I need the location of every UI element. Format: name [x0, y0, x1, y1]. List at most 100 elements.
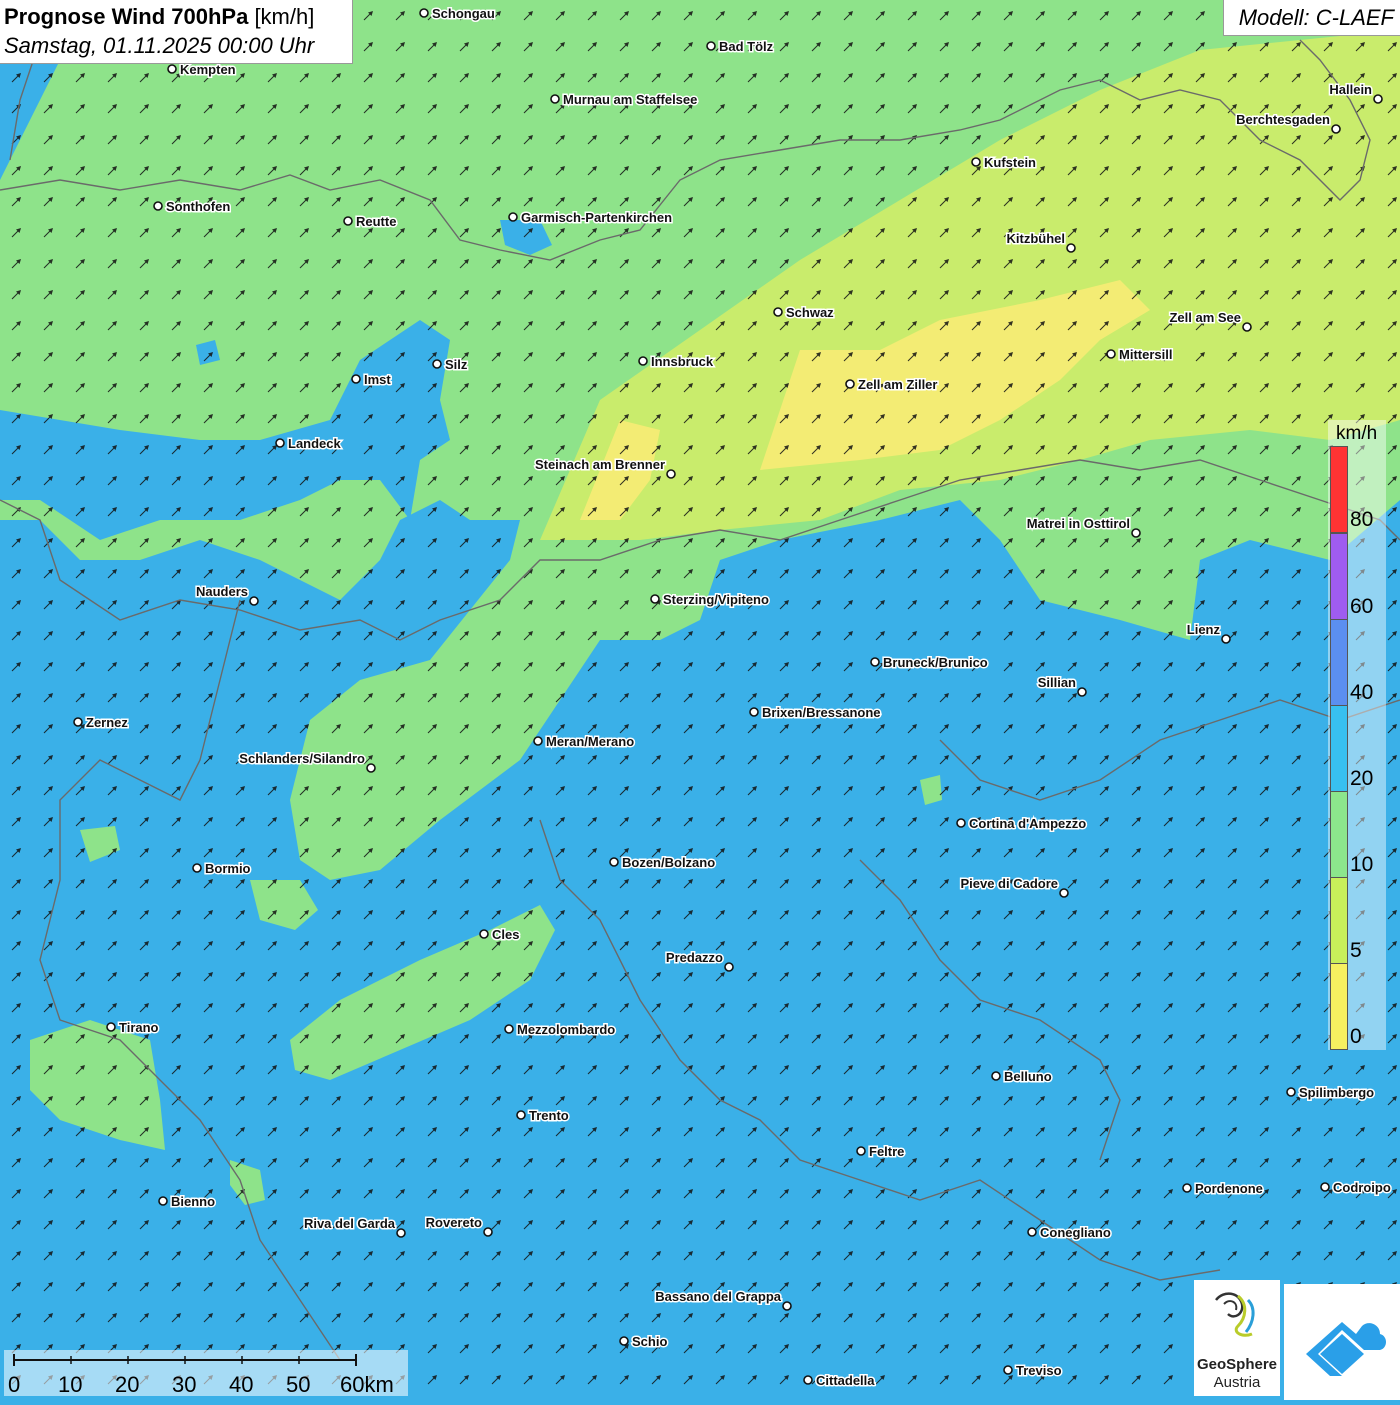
city-label: Belluno — [1004, 1069, 1052, 1084]
city-dot — [724, 962, 734, 972]
city-dot — [856, 1146, 866, 1156]
city-dot — [650, 594, 660, 604]
city-label: Zernez — [86, 715, 128, 730]
city-label: Bozen/Bolzano — [622, 855, 715, 870]
city-dot — [343, 216, 353, 226]
city-dot — [508, 212, 518, 222]
city-dot — [870, 657, 880, 667]
legend-label: 0 — [1350, 1025, 1362, 1048]
city-label: Codroipo — [1333, 1180, 1391, 1195]
city-label: Pieve di Cadore — [960, 876, 1058, 891]
map-title-unit: [km/h] — [254, 4, 315, 29]
city-label: Trento — [529, 1108, 569, 1123]
city-marker: Cortina d'Ampezzo — [956, 815, 1088, 833]
city-label: Sonthofen — [166, 199, 230, 214]
city-dot — [1221, 634, 1231, 644]
legend-swatch — [1330, 446, 1348, 533]
city-label: Bruneck/Brunico — [883, 655, 988, 670]
geosphere-logo-icon — [1215, 1292, 1255, 1337]
city-label: Hallein — [1329, 82, 1372, 97]
city-marker: Sonthofen — [153, 198, 232, 216]
legend-unit: km/h — [1336, 423, 1378, 444]
city-label: Berchtesgaden — [1236, 112, 1330, 127]
city-label: Schongau — [432, 6, 495, 21]
city-marker: Bozen/Bolzano — [609, 854, 717, 872]
city-label: Bienno — [171, 1194, 215, 1209]
city-dot — [275, 438, 285, 448]
title-box: Prognose Wind 700hPa [km/h] Samstag, 01.… — [0, 0, 353, 64]
city-dot — [479, 929, 489, 939]
city-label: Innsbruck — [651, 354, 714, 369]
city-label: Brixen/Bressanone — [762, 705, 881, 720]
city-label: Tirano — [119, 1020, 159, 1035]
forecast-datetime: Samstag, 01.11.2025 00:00 Uhr — [4, 33, 315, 58]
city-label: Garmisch-Partenkirchen — [521, 210, 672, 225]
city-label: Riva del Garda — [304, 1216, 396, 1231]
city-dot — [845, 379, 855, 389]
city-label: Sillian — [1038, 675, 1076, 690]
city-label: Matrei in Osttirol — [1027, 516, 1130, 531]
city-label: Spilimbergo — [1299, 1085, 1374, 1100]
legend-label: 5 — [1350, 939, 1362, 962]
city-label: Rovereto — [426, 1215, 482, 1230]
scale-bar-label: 50 — [286, 1372, 311, 1397]
legend-label: 60 — [1350, 595, 1374, 618]
city-label: Treviso — [1016, 1363, 1062, 1378]
city-dot — [638, 356, 648, 366]
scale-bar-label: 30 — [172, 1372, 197, 1397]
city-marker: Meran/Merano — [533, 733, 636, 751]
legend-swatch — [1330, 791, 1348, 878]
city-label: Zell am See — [1169, 310, 1241, 325]
city-dot — [533, 736, 543, 746]
city-label: Cittadella — [816, 1373, 875, 1388]
city-dot — [249, 596, 259, 606]
city-dot — [956, 818, 966, 828]
city-marker: Innsbruck — [638, 353, 715, 371]
city-dot — [153, 201, 163, 211]
city-marker: Brixen/Bressanone — [749, 704, 882, 722]
scale-bar-label: 10 — [58, 1372, 83, 1397]
city-dot — [504, 1024, 514, 1034]
city-label: Silz — [445, 357, 468, 372]
city-dot — [1286, 1087, 1296, 1097]
city-dot — [483, 1227, 493, 1237]
city-dot — [419, 8, 429, 18]
city-dot — [1320, 1182, 1330, 1192]
wind-forecast-map: Schongau Bad Tölz Kempten Murnau am Staffel… — [0, 0, 1400, 1400]
city-label: Pordenone — [1195, 1181, 1263, 1196]
model-name: Modell: C-LAEF — [1238, 5, 1394, 30]
city-label: Meran/Merano — [546, 734, 634, 749]
legend-label: 40 — [1350, 681, 1374, 704]
city-dot — [706, 41, 716, 51]
city-dot — [167, 64, 177, 74]
city-label: Lienz — [1187, 622, 1221, 637]
city-dot — [1331, 124, 1341, 134]
city-dot — [971, 157, 981, 167]
city-marker: Pordenone — [1182, 1180, 1264, 1198]
city-label: Bassano del Grappa — [655, 1289, 781, 1304]
city-dot — [666, 469, 676, 479]
city-marker: Zell am Ziller — [845, 376, 939, 394]
city-marker: Garmisch-Partenkirchen — [508, 209, 674, 227]
city-label: Schio — [632, 1334, 667, 1349]
legend-swatch — [1330, 963, 1348, 1050]
city-label: Mezzolombardo — [517, 1022, 615, 1037]
city-label: Kufstein — [984, 155, 1036, 170]
city-marker: Conegliano — [1027, 1224, 1112, 1242]
city-dot — [619, 1336, 629, 1346]
city-dot — [1003, 1365, 1013, 1375]
city-dot — [803, 1375, 813, 1385]
city-label: Kempten — [180, 62, 236, 77]
city-dot — [1077, 687, 1087, 697]
city-dot — [106, 1022, 116, 1032]
legend-label: 80 — [1350, 508, 1374, 531]
legend-swatch — [1330, 619, 1348, 706]
city-dot — [1059, 888, 1069, 898]
city-label: Reutte — [356, 214, 396, 229]
city-dot — [516, 1110, 526, 1120]
legend-swatch — [1330, 705, 1348, 792]
city-dot — [749, 707, 759, 717]
city-dot — [366, 763, 376, 773]
scale-bar-label: 40 — [229, 1372, 254, 1397]
legend-label: 10 — [1350, 853, 1374, 876]
